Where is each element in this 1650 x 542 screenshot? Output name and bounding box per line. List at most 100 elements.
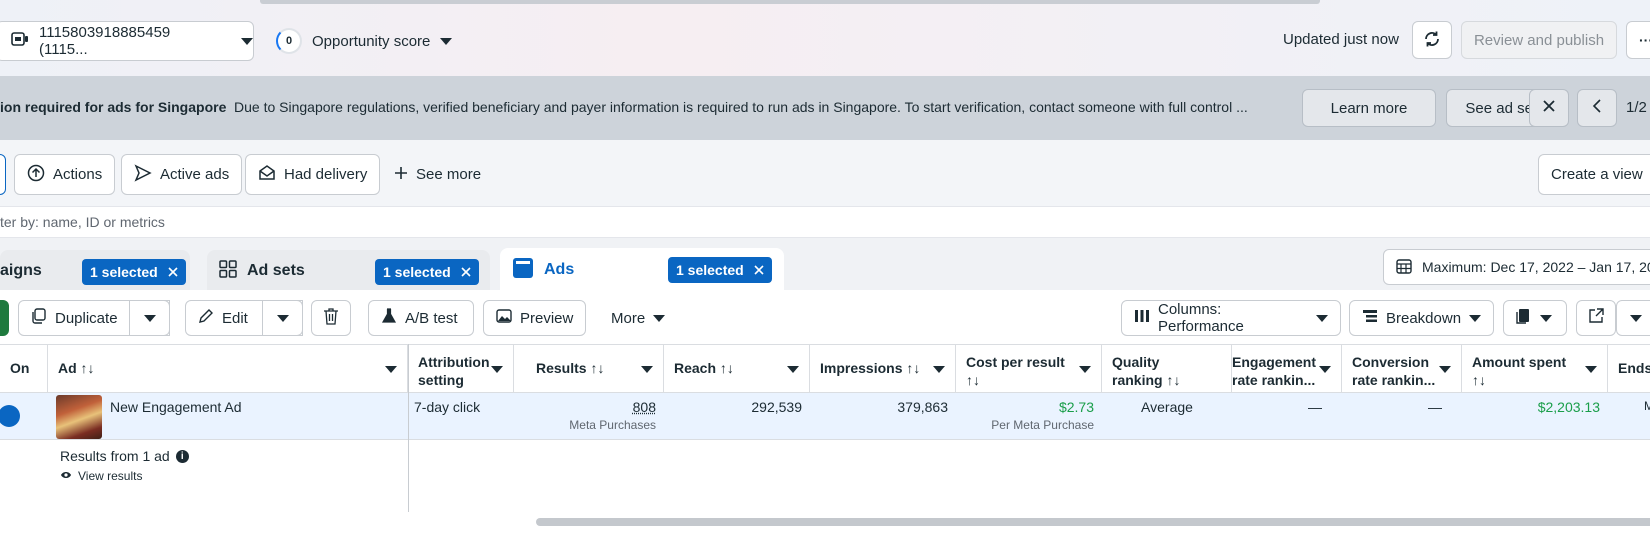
top-scrollbar[interactable]: [260, 0, 1320, 4]
breakdown-button[interactable]: Breakdown: [1349, 300, 1494, 336]
results-value[interactable]: 808: [633, 399, 656, 415]
column-header-amount-spent[interactable]: Amount spent ↑↓: [1462, 345, 1608, 393]
horizontal-scrollbar[interactable]: [536, 518, 1650, 526]
export-dropdown[interactable]: [1616, 300, 1650, 336]
close-alert-button[interactable]: [1529, 89, 1569, 127]
filter-chip-had-delivery[interactable]: Had delivery: [245, 154, 380, 195]
column-header-results[interactable]: Results ↑↓: [514, 345, 664, 393]
search-input[interactable]: ter by: name, ID or metrics: [0, 206, 1650, 238]
pencil-icon: [198, 308, 214, 328]
column-header-on[interactable]: On: [0, 345, 48, 393]
ab-test-button[interactable]: A/B test: [368, 300, 474, 336]
columns-icon: [1134, 309, 1150, 327]
results-sub: Meta Purchases: [522, 418, 656, 432]
tab-ads[interactable]: Ads 1 selected: [500, 248, 784, 292]
level-tabs: aigns 1 selected Ad sets 1 selected Ads …: [0, 238, 1650, 290]
edit-dropdown[interactable]: [262, 300, 303, 336]
ad-on-off-toggle[interactable]: [0, 405, 20, 427]
preview-label: Preview: [520, 310, 573, 327]
column-header-conversion-ranking[interactable]: Conversion rate rankin...: [1342, 345, 1462, 393]
close-icon[interactable]: [461, 264, 471, 280]
chevron-down-icon[interactable]: [385, 366, 397, 373]
chevron-down-icon: [144, 315, 156, 322]
trash-icon: [323, 307, 339, 329]
arrow-up-circle-icon: [27, 164, 45, 186]
duplicate-icon: [31, 308, 47, 328]
header-label: Quality: [1112, 353, 1221, 371]
header-label: ↑↓: [1472, 371, 1597, 389]
chevron-down-icon: [241, 38, 253, 45]
account-selector[interactable]: 1115803918885459 (1115...: [0, 21, 254, 61]
close-icon[interactable]: [168, 264, 178, 280]
column-header-ends[interactable]: Ends: [1608, 345, 1650, 393]
chevron-down-icon[interactable]: [1585, 366, 1597, 373]
filter-chip-partial[interactable]: [0, 154, 6, 195]
chevron-left-icon: [1592, 99, 1602, 117]
chevron-down-icon[interactable]: [491, 366, 503, 373]
more-options-button[interactable]: ···: [1626, 21, 1650, 59]
external-link-icon: [1588, 308, 1604, 328]
export-button[interactable]: [1576, 300, 1616, 336]
ab-test-label: A/B test: [405, 310, 458, 327]
view-results-link[interactable]: View results: [60, 469, 189, 483]
column-header-quality-ranking[interactable]: Quality ranking ↑↓: [1102, 345, 1232, 393]
campaigns-selected-pill[interactable]: 1 selected: [82, 259, 186, 285]
table-row[interactable]: New Engagement Ad 7-day click 808 Meta P…: [0, 393, 1650, 440]
chevron-down-icon: [1469, 315, 1481, 322]
chevron-down-icon[interactable]: [787, 366, 799, 373]
plus-icon: [394, 166, 408, 184]
opportunity-score-button[interactable]: 0 Opportunity score: [276, 28, 452, 54]
chevron-down-icon[interactable]: [1319, 366, 1331, 373]
column-header-ad[interactable]: Ad ↑↓: [48, 345, 408, 393]
ad-name[interactable]: New Engagement Ad: [102, 393, 402, 439]
previous-alert-button[interactable]: [1577, 89, 1617, 127]
refresh-button[interactable]: [1412, 21, 1452, 59]
preview-button[interactable]: Preview: [483, 300, 586, 336]
image-icon: [496, 308, 512, 328]
review-and-publish-button[interactable]: Review and publish: [1461, 21, 1617, 59]
breakdown-label: Breakdown: [1386, 310, 1461, 327]
cell-amount-spent: $2,203.13: [1462, 393, 1608, 439]
create-view-button[interactable]: Create a view: [1538, 154, 1650, 195]
chevron-down-icon: [1540, 315, 1552, 322]
column-header-reach[interactable]: Reach ↑↓: [664, 345, 810, 393]
column-header-cost-per-result[interactable]: Cost per result ↑↓: [956, 345, 1102, 393]
create-button-partial[interactable]: [0, 300, 9, 336]
column-header-engagement-ranking[interactable]: Engagement rate rankin...: [1222, 345, 1342, 393]
chevron-down-icon: [1630, 315, 1642, 322]
info-icon[interactable]: i: [176, 450, 189, 463]
duplicate-dropdown[interactable]: [129, 300, 170, 336]
tab-ad-sets[interactable]: Ad sets 1 selected: [207, 250, 490, 292]
delete-button[interactable]: [311, 300, 351, 336]
adsets-selected-pill[interactable]: 1 selected: [375, 259, 479, 285]
ads-selected-pill[interactable]: 1 selected: [668, 257, 772, 283]
results-summary: Results from 1 ad i View results: [60, 448, 189, 483]
header-label: Ad ↑↓: [58, 360, 95, 376]
column-header-attribution[interactable]: Attribution setting: [408, 345, 514, 393]
see-more-button[interactable]: See more: [394, 154, 481, 195]
more-actions-button[interactable]: More: [598, 300, 678, 336]
learn-more-button[interactable]: Learn more: [1302, 89, 1436, 127]
cell-attribution: 7-day click: [406, 393, 514, 439]
chevron-down-icon[interactable]: [1439, 366, 1451, 373]
ad-thumbnail[interactable]: [56, 395, 102, 439]
filter-chip-label: Actions: [53, 166, 102, 183]
column-header-impressions[interactable]: Impressions ↑↓: [810, 345, 956, 393]
table-header: On Ad ↑↓ Attribution setting Results ↑↓ …: [0, 344, 1650, 393]
date-range-picker[interactable]: Maximum: Dec 17, 2022 – Jan 17, 2023: [1383, 249, 1650, 285]
chevron-down-icon[interactable]: [641, 366, 653, 373]
reports-button[interactable]: [1503, 300, 1567, 336]
header-label: setting: [418, 371, 503, 389]
verification-alert-banner: ion required for ads for Singapore Due t…: [0, 76, 1650, 140]
header-label: rate rankin...: [1352, 371, 1451, 389]
chevron-down-icon: [277, 315, 289, 322]
chevron-down-icon[interactable]: [933, 366, 945, 373]
close-icon[interactable]: [754, 262, 764, 278]
filter-chip-active-ads[interactable]: Active ads: [121, 154, 242, 195]
filter-chip-actions[interactable]: Actions: [14, 154, 115, 195]
columns-button[interactable]: Columns: Performance: [1121, 300, 1341, 336]
account-icon: [11, 32, 29, 50]
actions-toolbar: Duplicate Edit A/B test Preview More Col…: [0, 290, 1650, 344]
tab-campaigns[interactable]: aigns 1 selected: [0, 250, 190, 292]
chevron-down-icon[interactable]: [1079, 366, 1091, 373]
